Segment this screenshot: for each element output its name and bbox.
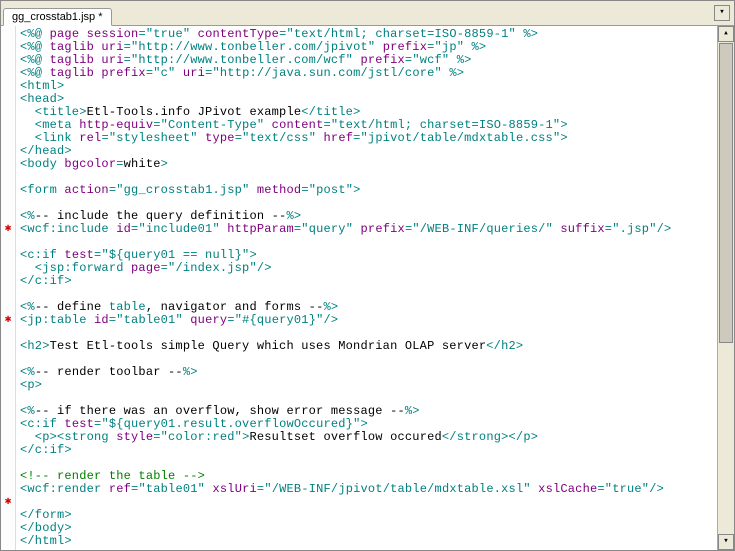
scroll-down-button[interactable]: ▾: [718, 534, 734, 550]
error-marker-icon: ✱: [2, 496, 14, 508]
code-view[interactable]: <%@ page session="true" contentType="tex…: [16, 26, 717, 550]
scroll-up-button[interactable]: ▴: [718, 26, 734, 42]
file-tab[interactable]: gg_crosstab1.jsp *: [3, 8, 112, 26]
gutter: ✱ ✱ ✱: [1, 26, 16, 550]
editor-area: ✱ ✱ ✱ <%@ page session="true" contentType=…: [1, 26, 734, 550]
error-marker-icon: ✱: [2, 314, 14, 326]
tab-menu-button[interactable]: ▾: [714, 5, 730, 21]
scroll-thumb[interactable]: [719, 43, 733, 343]
tab-bar: gg_crosstab1.jsp * ▾: [1, 1, 734, 26]
vertical-scrollbar[interactable]: ▴ ▾: [717, 26, 734, 550]
error-marker-icon: ✱: [2, 223, 14, 235]
editor-window: gg_crosstab1.jsp * ▾ ✱ ✱ ✱ <%@ page sessio…: [0, 0, 735, 551]
